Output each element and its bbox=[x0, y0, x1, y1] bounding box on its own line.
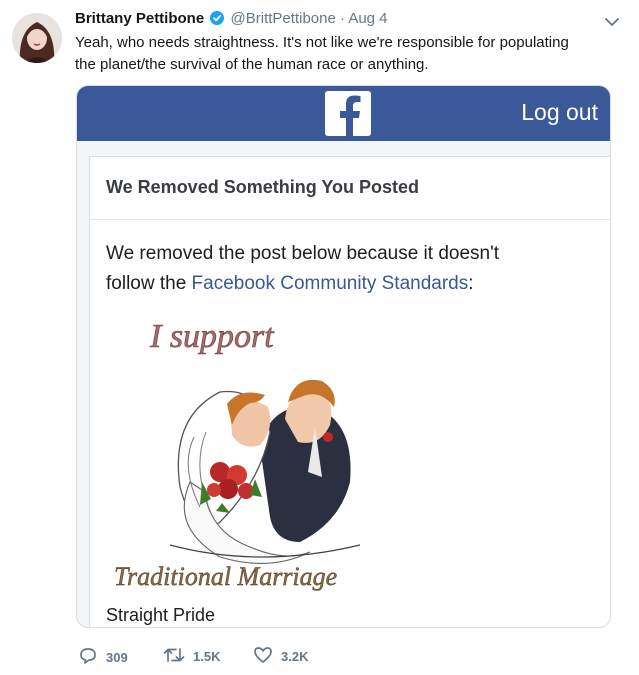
facebook-logo-icon bbox=[325, 91, 371, 136]
removal-notice: We Removed Something You Posted We remov… bbox=[89, 156, 610, 627]
notice-prefix: follow the bbox=[106, 273, 192, 294]
like-count: 3.2K bbox=[281, 649, 309, 664]
author-handle[interactable]: @BrittPettibone bbox=[231, 10, 336, 27]
retweet-count: 1.5K bbox=[193, 649, 221, 664]
tweet-text: Yeah, who needs straightness. It's not l… bbox=[75, 32, 615, 76]
notice-title: We Removed Something You Posted bbox=[106, 177, 420, 197]
tweet-header: Brittany Pettibone @BrittPettibone · Aug… bbox=[75, 10, 388, 29]
logout-link: Log out bbox=[521, 99, 598, 125]
facebook-header-bar: Log out bbox=[77, 86, 610, 141]
reply-action[interactable]: 309 bbox=[78, 646, 128, 669]
author-name[interactable]: Brittany Pettibone bbox=[75, 10, 204, 27]
removed-post-image: I support Traditional Marriage bbox=[110, 307, 400, 597]
tweet-text-line: Yeah, who needs straightness. It's not l… bbox=[75, 34, 569, 51]
notice-suffix: : bbox=[468, 273, 474, 294]
avatar[interactable] bbox=[12, 13, 62, 63]
community-standards-link: Facebook Community Standards bbox=[191, 273, 469, 294]
reply-count: 309 bbox=[106, 650, 128, 665]
user-avatar bbox=[12, 13, 62, 63]
notice-line-2: follow the Facebook Community Standards: bbox=[106, 269, 586, 299]
notice-line: We removed the post below because it doe… bbox=[106, 243, 500, 264]
image-bottom-text: Traditional Marriage bbox=[114, 562, 337, 591]
tweet-date[interactable]: Aug 4 bbox=[348, 10, 387, 27]
notice-body: We removed the post below because it doe… bbox=[106, 239, 586, 299]
post-caption: Straight Pride bbox=[106, 605, 216, 625]
retweet-icon bbox=[163, 646, 185, 667]
reply-icon bbox=[78, 646, 98, 669]
retweet-action[interactable]: 1.5K bbox=[163, 646, 220, 667]
verified-badge-icon bbox=[210, 11, 225, 29]
divider bbox=[90, 219, 610, 220]
heart-icon bbox=[253, 646, 273, 667]
tweet-text-line: the planet/the survival of the human rac… bbox=[75, 56, 429, 73]
image-top-text: I support bbox=[149, 318, 275, 355]
embedded-screenshot[interactable]: Log out We Removed Something You Posted … bbox=[76, 85, 611, 628]
separator-dot: · bbox=[339, 10, 345, 27]
chevron-down-icon[interactable] bbox=[605, 14, 619, 32]
like-action[interactable]: 3.2K bbox=[253, 646, 308, 667]
